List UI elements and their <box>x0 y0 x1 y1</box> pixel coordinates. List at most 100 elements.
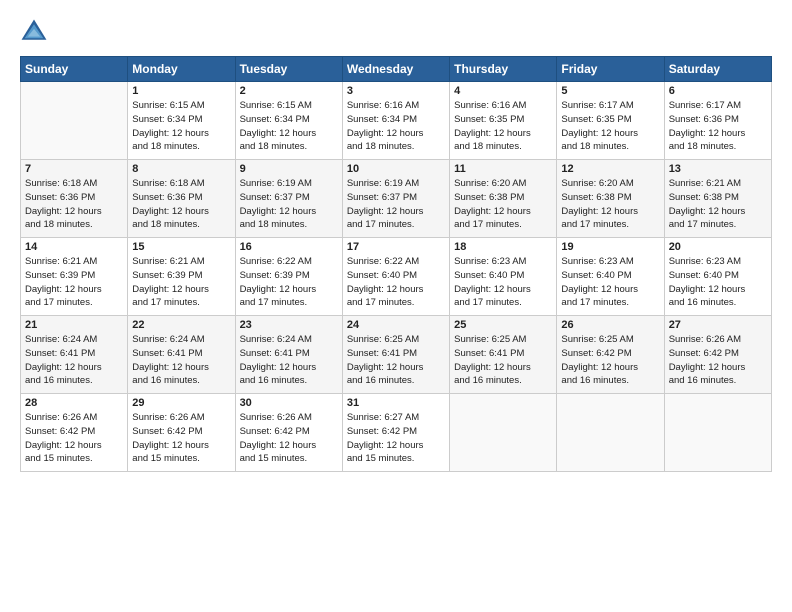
day-info: Sunrise: 6:16 AM Sunset: 6:35 PM Dayligh… <box>454 99 552 154</box>
header-day: Tuesday <box>235 57 342 82</box>
day-info: Sunrise: 6:25 AM Sunset: 6:42 PM Dayligh… <box>561 333 659 388</box>
day-number: 20 <box>669 241 767 253</box>
calendar-cell: 23 Sunrise: 6:24 AM Sunset: 6:41 PM Dayli… <box>235 316 342 394</box>
day-info: Sunrise: 6:25 AM Sunset: 6:41 PM Dayligh… <box>347 333 445 388</box>
day-info: Sunrise: 6:27 AM Sunset: 6:42 PM Dayligh… <box>347 411 445 466</box>
calendar-cell: 31 Sunrise: 6:27 AM Sunset: 6:42 PM Dayli… <box>342 394 449 472</box>
day-info: Sunrise: 6:21 AM Sunset: 6:39 PM Dayligh… <box>132 255 230 310</box>
day-number: 18 <box>454 241 552 253</box>
day-number: 3 <box>347 85 445 97</box>
calendar-cell: 3 Sunrise: 6:16 AM Sunset: 6:34 PM Daylig… <box>342 82 449 160</box>
calendar-table: SundayMondayTuesdayWednesdayThursdayFrid… <box>20 56 772 472</box>
day-info: Sunrise: 6:24 AM Sunset: 6:41 PM Dayligh… <box>132 333 230 388</box>
day-number: 14 <box>25 241 123 253</box>
logo <box>20 18 50 46</box>
week-row: 7 Sunrise: 6:18 AM Sunset: 6:36 PM Daylig… <box>21 160 772 238</box>
day-info: Sunrise: 6:16 AM Sunset: 6:34 PM Dayligh… <box>347 99 445 154</box>
day-info: Sunrise: 6:15 AM Sunset: 6:34 PM Dayligh… <box>132 99 230 154</box>
calendar-cell: 8 Sunrise: 6:18 AM Sunset: 6:36 PM Daylig… <box>128 160 235 238</box>
calendar-cell: 1Sunrise: 6:15 AM Sunset: 6:34 PM Daylig… <box>128 82 235 160</box>
calendar-cell: 25 Sunrise: 6:25 AM Sunset: 6:41 PM Dayli… <box>450 316 557 394</box>
calendar-cell: 30Sunrise: 6:26 AM Sunset: 6:42 PM Dayli… <box>235 394 342 472</box>
calendar-cell: 6Sunrise: 6:17 AM Sunset: 6:36 PM Daylig… <box>664 82 771 160</box>
calendar-cell: 12 Sunrise: 6:20 AM Sunset: 6:38 PM Dayli… <box>557 160 664 238</box>
day-info: Sunrise: 6:26 AM Sunset: 6:42 PM Dayligh… <box>132 411 230 466</box>
day-number: 12 <box>561 163 659 175</box>
header-row: SundayMondayTuesdayWednesdayThursdayFrid… <box>21 57 772 82</box>
header-day: Sunday <box>21 57 128 82</box>
day-number: 6 <box>669 85 767 97</box>
day-number: 16 <box>240 241 338 253</box>
day-number: 26 <box>561 319 659 331</box>
day-number: 24 <box>347 319 445 331</box>
week-row: 28 Sunrise: 6:26 AM Sunset: 6:42 PM Dayli… <box>21 394 772 472</box>
page: SundayMondayTuesdayWednesdayThursdayFrid… <box>0 0 792 482</box>
day-number: 31 <box>347 397 445 409</box>
calendar-cell: 14 Sunrise: 6:21 AM Sunset: 6:39 PM Dayli… <box>21 238 128 316</box>
day-number: 9 <box>240 163 338 175</box>
day-info: Sunrise: 6:26 AM Sunset: 6:42 PM Dayligh… <box>669 333 767 388</box>
calendar-cell: 26 Sunrise: 6:25 AM Sunset: 6:42 PM Dayli… <box>557 316 664 394</box>
day-info: Sunrise: 6:19 AM Sunset: 6:37 PM Dayligh… <box>240 177 338 232</box>
calendar-cell: 19 Sunrise: 6:23 AM Sunset: 6:40 PM Dayli… <box>557 238 664 316</box>
day-info: Sunrise: 6:22 AM Sunset: 6:40 PM Dayligh… <box>347 255 445 310</box>
logo-icon <box>20 18 48 46</box>
day-number: 8 <box>132 163 230 175</box>
day-info: Sunrise: 6:23 AM Sunset: 6:40 PM Dayligh… <box>454 255 552 310</box>
header-day: Thursday <box>450 57 557 82</box>
calendar-cell: 13Sunrise: 6:21 AM Sunset: 6:38 PM Dayli… <box>664 160 771 238</box>
calendar-cell: 15Sunrise: 6:21 AM Sunset: 6:39 PM Dayli… <box>128 238 235 316</box>
day-info: Sunrise: 6:23 AM Sunset: 6:40 PM Dayligh… <box>669 255 767 310</box>
calendar-cell <box>664 394 771 472</box>
header-day: Saturday <box>664 57 771 82</box>
header <box>20 18 772 46</box>
day-number: 5 <box>561 85 659 97</box>
calendar-cell: 20 Sunrise: 6:23 AM Sunset: 6:40 PM Dayli… <box>664 238 771 316</box>
calendar-cell: 4 Sunrise: 6:16 AM Sunset: 6:35 PM Daylig… <box>450 82 557 160</box>
calendar-cell: 28 Sunrise: 6:26 AM Sunset: 6:42 PM Dayli… <box>21 394 128 472</box>
header-day: Monday <box>128 57 235 82</box>
day-info: Sunrise: 6:18 AM Sunset: 6:36 PM Dayligh… <box>132 177 230 232</box>
day-info: Sunrise: 6:21 AM Sunset: 6:39 PM Dayligh… <box>25 255 123 310</box>
day-info: Sunrise: 6:23 AM Sunset: 6:40 PM Dayligh… <box>561 255 659 310</box>
calendar-cell: 29Sunrise: 6:26 AM Sunset: 6:42 PM Dayli… <box>128 394 235 472</box>
day-number: 23 <box>240 319 338 331</box>
calendar-cell: 5Sunrise: 6:17 AM Sunset: 6:35 PM Daylig… <box>557 82 664 160</box>
calendar-cell: 7 Sunrise: 6:18 AM Sunset: 6:36 PM Daylig… <box>21 160 128 238</box>
week-row: 1Sunrise: 6:15 AM Sunset: 6:34 PM Daylig… <box>21 82 772 160</box>
day-number: 22 <box>132 319 230 331</box>
calendar-cell: 10 Sunrise: 6:19 AM Sunset: 6:37 PM Dayli… <box>342 160 449 238</box>
calendar-cell: 27 Sunrise: 6:26 AM Sunset: 6:42 PM Dayli… <box>664 316 771 394</box>
day-number: 28 <box>25 397 123 409</box>
calendar-cell <box>450 394 557 472</box>
calendar-cell: 21 Sunrise: 6:24 AM Sunset: 6:41 PM Dayli… <box>21 316 128 394</box>
calendar-cell: 17Sunrise: 6:22 AM Sunset: 6:40 PM Dayli… <box>342 238 449 316</box>
day-number: 4 <box>454 85 552 97</box>
day-number: 30 <box>240 397 338 409</box>
day-number: 2 <box>240 85 338 97</box>
calendar-cell: 2 Sunrise: 6:15 AM Sunset: 6:34 PM Daylig… <box>235 82 342 160</box>
header-day: Friday <box>557 57 664 82</box>
day-info: Sunrise: 6:22 AM Sunset: 6:39 PM Dayligh… <box>240 255 338 310</box>
day-info: Sunrise: 6:18 AM Sunset: 6:36 PM Dayligh… <box>25 177 123 232</box>
day-info: Sunrise: 6:15 AM Sunset: 6:34 PM Dayligh… <box>240 99 338 154</box>
day-number: 21 <box>25 319 123 331</box>
day-number: 10 <box>347 163 445 175</box>
calendar-cell: 18 Sunrise: 6:23 AM Sunset: 6:40 PM Dayli… <box>450 238 557 316</box>
day-number: 27 <box>669 319 767 331</box>
calendar-cell: 11 Sunrise: 6:20 AM Sunset: 6:38 PM Dayli… <box>450 160 557 238</box>
calendar-cell <box>557 394 664 472</box>
day-info: Sunrise: 6:20 AM Sunset: 6:38 PM Dayligh… <box>561 177 659 232</box>
day-number: 7 <box>25 163 123 175</box>
week-row: 14 Sunrise: 6:21 AM Sunset: 6:39 PM Dayli… <box>21 238 772 316</box>
day-info: Sunrise: 6:19 AM Sunset: 6:37 PM Dayligh… <box>347 177 445 232</box>
day-number: 25 <box>454 319 552 331</box>
day-info: Sunrise: 6:24 AM Sunset: 6:41 PM Dayligh… <box>240 333 338 388</box>
day-info: Sunrise: 6:25 AM Sunset: 6:41 PM Dayligh… <box>454 333 552 388</box>
day-info: Sunrise: 6:24 AM Sunset: 6:41 PM Dayligh… <box>25 333 123 388</box>
day-number: 11 <box>454 163 552 175</box>
day-info: Sunrise: 6:20 AM Sunset: 6:38 PM Dayligh… <box>454 177 552 232</box>
day-info: Sunrise: 6:26 AM Sunset: 6:42 PM Dayligh… <box>25 411 123 466</box>
day-number: 19 <box>561 241 659 253</box>
day-info: Sunrise: 6:21 AM Sunset: 6:38 PM Dayligh… <box>669 177 767 232</box>
